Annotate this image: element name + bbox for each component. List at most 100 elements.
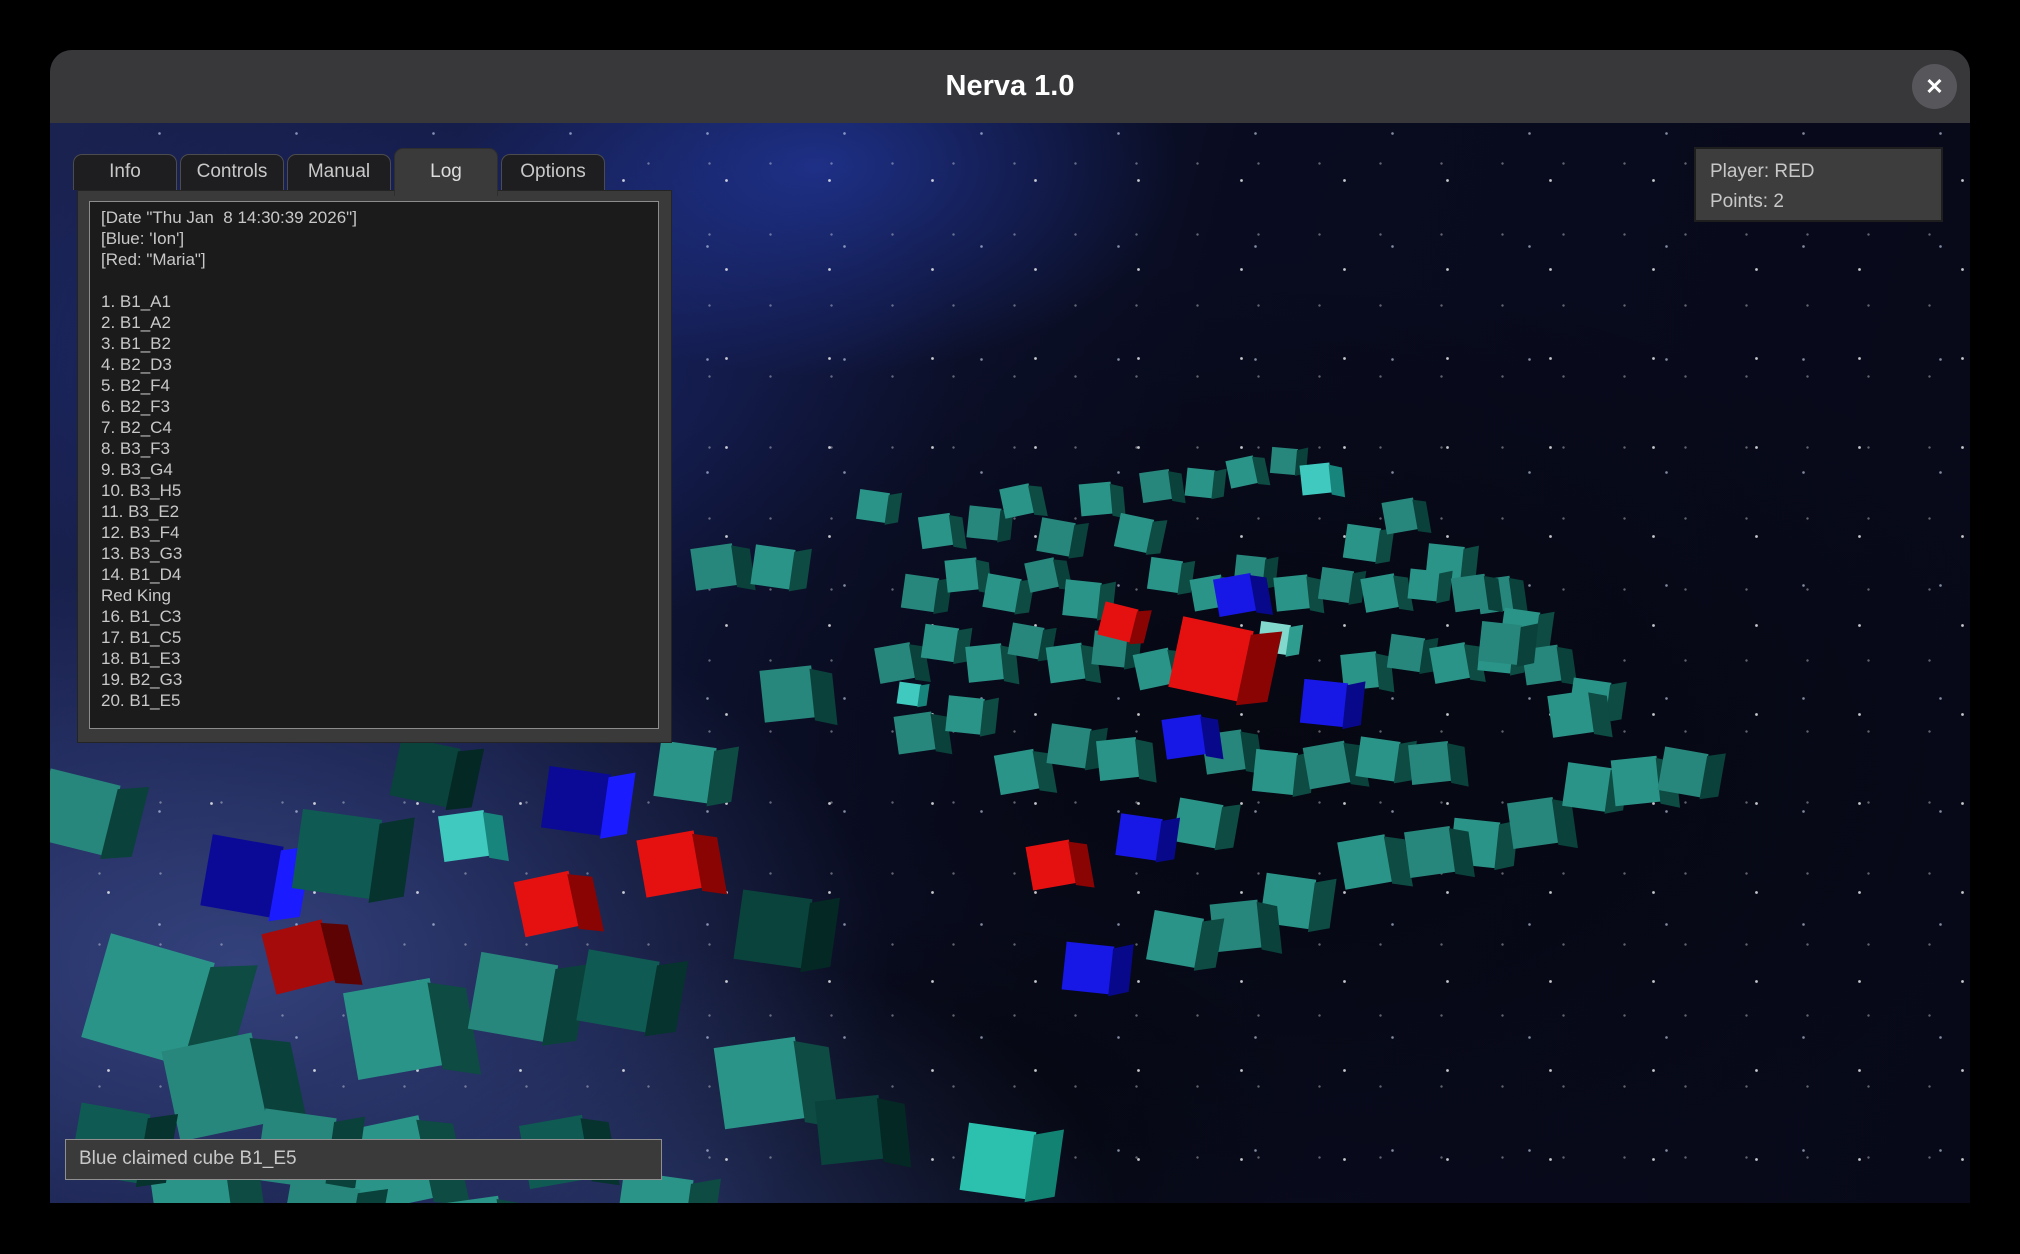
cube[interactable] <box>965 643 1005 683</box>
log-line: 4. B2_D3 <box>101 354 647 375</box>
log-panel: [Date "Thu Jan 8 14:30:39 2026"][Blue: '… <box>77 190 672 743</box>
cube[interactable] <box>1046 723 1091 768</box>
cube[interactable] <box>161 1032 270 1141</box>
tab-manual[interactable]: Manual <box>287 154 391 190</box>
cube[interactable] <box>1046 643 1087 684</box>
cube[interactable] <box>901 574 939 612</box>
cube[interactable] <box>1026 840 1077 891</box>
cube-face <box>1161 714 1206 759</box>
cube[interactable] <box>918 513 954 549</box>
cube[interactable] <box>1303 741 1352 790</box>
cube[interactable] <box>894 712 937 755</box>
cube[interactable] <box>1360 573 1399 612</box>
cube[interactable] <box>1024 557 1060 593</box>
cube[interactable] <box>1611 756 1662 807</box>
cube[interactable] <box>1318 567 1354 603</box>
cube[interactable] <box>921 624 959 662</box>
cube[interactable] <box>874 642 916 684</box>
cube[interactable] <box>1036 517 1075 556</box>
cube[interactable] <box>292 809 382 899</box>
log-area[interactable]: [Date "Thu Jan 8 14:30:39 2026"][Blue: '… <box>89 201 659 729</box>
cube[interactable] <box>1408 569 1441 602</box>
log-line: 9. B3_G4 <box>101 459 647 480</box>
cube[interactable] <box>856 489 890 523</box>
cube[interactable] <box>1062 579 1102 619</box>
cube[interactable] <box>1547 690 1594 737</box>
cube-face <box>815 1095 885 1165</box>
cube[interactable] <box>1146 910 1204 968</box>
cube[interactable] <box>389 736 460 807</box>
cube[interactable] <box>636 830 703 897</box>
log-line: 7. B2_C4 <box>101 417 647 438</box>
cube[interactable] <box>1343 524 1381 562</box>
cube[interactable] <box>966 505 1001 540</box>
cube[interactable] <box>1429 642 1471 684</box>
cube[interactable] <box>1173 798 1224 849</box>
cube[interactable] <box>1161 714 1206 759</box>
cube[interactable] <box>815 1095 885 1165</box>
cube[interactable] <box>1562 762 1612 812</box>
cube[interactable] <box>1270 447 1298 475</box>
cube[interactable] <box>1355 736 1400 781</box>
cube[interactable] <box>1096 737 1140 781</box>
cube[interactable] <box>1079 482 1114 517</box>
cube[interactable] <box>1478 621 1522 665</box>
cube[interactable] <box>960 1123 1037 1200</box>
tab-options[interactable]: Options <box>501 154 605 190</box>
cube[interactable] <box>982 573 1021 612</box>
cube[interactable] <box>945 695 985 735</box>
cube[interactable] <box>1115 813 1162 860</box>
cube[interactable] <box>438 810 490 862</box>
cube[interactable] <box>50 768 121 855</box>
page: Nerva 1.0 ✕ InfoControlsManualLogOptions… <box>0 0 2020 1254</box>
cube[interactable] <box>1337 834 1393 890</box>
cube[interactable] <box>733 889 812 968</box>
cube[interactable] <box>999 483 1035 519</box>
cube[interactable] <box>1300 463 1333 496</box>
tab-controls[interactable]: Controls <box>180 154 284 190</box>
cube[interactable] <box>653 740 716 803</box>
cube[interactable] <box>750 544 795 589</box>
cube[interactable] <box>1387 634 1425 672</box>
cube[interactable] <box>1114 513 1154 553</box>
tab-info[interactable]: Info <box>73 154 177 190</box>
cube[interactable] <box>994 749 1040 795</box>
cube[interactable] <box>1139 469 1173 503</box>
close-button[interactable]: ✕ <box>1912 64 1957 109</box>
cube-face <box>714 1037 807 1130</box>
cube[interactable] <box>1408 741 1452 785</box>
cube[interactable] <box>1252 749 1298 795</box>
cube-side-face <box>1436 570 1452 603</box>
cube[interactable] <box>714 1037 807 1130</box>
cube[interactable] <box>1300 679 1348 727</box>
cube[interactable] <box>1273 574 1310 611</box>
cube[interactable] <box>261 919 336 994</box>
cube[interactable] <box>468 952 558 1042</box>
cube[interactable] <box>1213 573 1257 617</box>
cube[interactable] <box>897 682 922 707</box>
status-bar: Blue claimed cube B1_E5 <box>65 1139 662 1180</box>
cube[interactable] <box>1225 455 1258 488</box>
cube[interactable] <box>200 834 283 917</box>
cube[interactable] <box>1147 557 1183 593</box>
cube[interactable] <box>343 978 445 1080</box>
cube[interactable] <box>690 543 737 590</box>
cube[interactable] <box>1658 747 1709 798</box>
tab-log[interactable]: Log <box>394 148 498 196</box>
cube-face <box>733 889 812 968</box>
cube[interactable] <box>1404 826 1456 878</box>
cube[interactable] <box>1007 622 1044 659</box>
cube[interactable] <box>1168 616 1253 701</box>
cube[interactable] <box>1185 468 1216 499</box>
cube[interactable] <box>944 557 979 592</box>
cube[interactable] <box>759 665 816 722</box>
cube[interactable] <box>541 766 611 836</box>
cube[interactable] <box>514 871 580 937</box>
cube[interactable] <box>1451 574 1489 612</box>
cube[interactable] <box>1381 497 1418 534</box>
cube-face <box>965 643 1005 683</box>
cube[interactable] <box>1507 797 1559 849</box>
cube-face <box>1478 621 1522 665</box>
cube[interactable] <box>1062 942 1115 995</box>
cube[interactable] <box>576 949 659 1032</box>
